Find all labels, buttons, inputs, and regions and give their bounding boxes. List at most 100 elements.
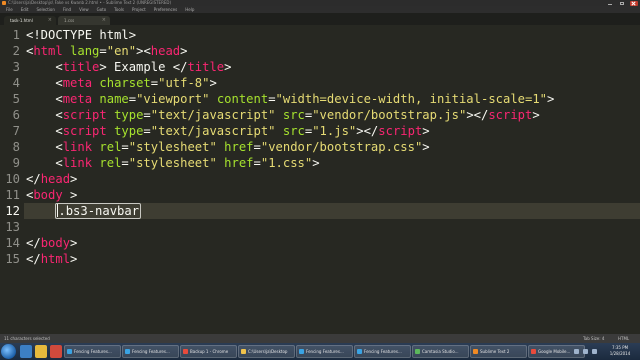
network-icon[interactable] bbox=[574, 349, 579, 354]
taskbar-item[interactable]: Sublime Text 2 bbox=[470, 345, 527, 358]
taskbar-item[interactable]: Camtasia Studio... bbox=[412, 345, 469, 358]
token-attr: type bbox=[114, 124, 144, 138]
system-tray bbox=[574, 345, 597, 358]
taskbar-item-label: C:\Users\ja\Desktop bbox=[248, 349, 288, 354]
app-icon bbox=[241, 349, 246, 354]
menu-preferences[interactable]: Preferences bbox=[154, 6, 178, 13]
code-area[interactable]: <!DOCTYPE html> <html lang="en"><head> <t… bbox=[26, 25, 640, 334]
token-tag: script bbox=[488, 108, 533, 122]
menu-edit[interactable]: Edit bbox=[21, 6, 29, 13]
explorer-pinned-icon[interactable] bbox=[35, 345, 47, 358]
abbreviation-text: .bs3-navbar bbox=[58, 204, 140, 218]
code-line[interactable]: </head> bbox=[26, 171, 77, 187]
code-line[interactable]: <meta charset="utf-8"> bbox=[26, 75, 216, 91]
token-ptext: > bbox=[224, 60, 232, 74]
token-ptext: </ bbox=[26, 252, 41, 266]
code-line[interactable]: .bs3-navbar bbox=[26, 203, 142, 219]
token-attr: href bbox=[224, 140, 254, 154]
tab-task-1-html[interactable]: task-1.html × bbox=[4, 16, 56, 25]
token-ptext: < bbox=[26, 76, 63, 90]
token-ptext: > bbox=[422, 124, 430, 138]
token-ptext: < bbox=[26, 60, 63, 74]
minimize-icon[interactable] bbox=[606, 1, 614, 6]
line-number: 15 bbox=[5, 252, 20, 266]
token-ptext: </ bbox=[26, 172, 41, 186]
flag-icon[interactable] bbox=[592, 349, 597, 354]
ie-pinned-icon[interactable] bbox=[20, 345, 32, 358]
token-attr: src bbox=[282, 124, 305, 138]
maximize-icon[interactable] bbox=[618, 1, 626, 6]
token-ptext: ></ bbox=[356, 124, 379, 138]
token-ptext: = bbox=[150, 76, 159, 90]
menu-find[interactable]: Find bbox=[63, 6, 71, 13]
line-number: 5 bbox=[12, 92, 20, 106]
taskbar-item[interactable]: Fencing Features... bbox=[354, 345, 411, 358]
token-ptext: = bbox=[143, 108, 151, 122]
line-number: 6 bbox=[12, 108, 20, 122]
media-pinned-icon[interactable] bbox=[50, 345, 62, 358]
volume-icon[interactable] bbox=[583, 349, 588, 354]
tab-close-icon[interactable]: × bbox=[48, 16, 52, 25]
code-line[interactable]: <link rel="stylesheet" href="vendor/boot… bbox=[26, 139, 429, 155]
token-attr: href bbox=[224, 156, 254, 170]
code-line[interactable]: <script type="text/javascript" src="1.js… bbox=[26, 123, 430, 139]
taskbar-item[interactable]: Fencing Features... bbox=[122, 345, 179, 358]
token-ptext: <!DOCTYPE html> bbox=[26, 28, 137, 42]
token-ptext: = bbox=[143, 124, 151, 138]
line-number: 9 bbox=[12, 156, 20, 170]
token-ptext: = bbox=[253, 140, 261, 154]
token-str: "vendor/bootstrap.js" bbox=[312, 108, 467, 122]
taskbar-item-label: Fencing Features... bbox=[306, 349, 344, 354]
line-number-gutter: 1 2 3 4 5 6 7 8 9 10 11 12 13 14 15 bbox=[0, 25, 24, 334]
start-button[interactable] bbox=[1, 344, 16, 359]
code-line[interactable]: </body> bbox=[26, 235, 77, 251]
token-str: "width=device-width, initial-scale=1" bbox=[275, 92, 548, 106]
taskbar-item-label: Sublime Text 2 bbox=[480, 349, 510, 354]
code-line[interactable]: <body > bbox=[26, 187, 77, 203]
token-ptext: > bbox=[70, 236, 78, 250]
token-ptext: > bbox=[547, 92, 555, 106]
menu-help[interactable]: Help bbox=[185, 6, 194, 13]
taskbar-item[interactable]: Fencing Features... bbox=[64, 345, 121, 358]
code-line[interactable]: <title> Example </title> bbox=[26, 59, 231, 75]
token-str: "vendor/bootstrap.css" bbox=[260, 140, 423, 154]
tab-close-icon[interactable]: × bbox=[102, 16, 106, 25]
app-icon bbox=[183, 349, 188, 354]
token-attr: charset bbox=[99, 76, 151, 90]
token-ptext: > bbox=[70, 172, 78, 186]
token-tag: script bbox=[62, 108, 107, 122]
menu-view[interactable]: View bbox=[79, 6, 89, 13]
app-icon bbox=[415, 349, 420, 354]
menu-goto[interactable]: Goto bbox=[97, 6, 107, 13]
code-line[interactable]: <!DOCTYPE html> bbox=[26, 27, 136, 43]
token-tag: head bbox=[40, 172, 71, 186]
code-line[interactable]: <html lang="en"><head> bbox=[26, 43, 188, 59]
code-line[interactable]: <link rel="stylesheet" href="1.css"> bbox=[26, 155, 319, 171]
syntax-indicator[interactable]: HTML bbox=[618, 334, 629, 343]
line-number: 10 bbox=[5, 172, 20, 186]
taskbar-clock[interactable]: 7:35 PM 1/28/2014 bbox=[608, 345, 632, 358]
code-editor[interactable]: 1 2 3 4 5 6 7 8 9 10 11 12 13 14 15 <!DOCTYPE html> <ht… bbox=[0, 25, 640, 334]
taskbar-item-label: Camtasia Studio... bbox=[422, 349, 459, 354]
token-str: "utf-8" bbox=[158, 76, 210, 90]
token-str: "text/javascript" bbox=[150, 124, 276, 138]
taskbar-item[interactable]: Backup 1 - Chrome bbox=[180, 345, 237, 358]
tab-size-indicator[interactable]: Tab Size: 4 bbox=[583, 334, 604, 343]
code-line[interactable]: <meta name="viewport" content="width=dev… bbox=[26, 91, 554, 107]
taskbar-item[interactable]: Fencing Features... bbox=[296, 345, 353, 358]
menu-project[interactable]: Project bbox=[132, 6, 146, 13]
tab-1-css[interactable]: 1.css × bbox=[58, 16, 110, 25]
code-line[interactable]: <script type="text/javascript" src="vend… bbox=[26, 107, 539, 123]
token-ptext: < bbox=[26, 140, 63, 154]
code-line[interactable]: </html> bbox=[26, 251, 77, 267]
menu-file[interactable]: File bbox=[6, 6, 13, 13]
line-number: 2 bbox=[12, 44, 20, 58]
taskbar-item-label: Google Mobile... bbox=[538, 349, 571, 354]
token-attr: rel bbox=[99, 140, 122, 154]
app-icon bbox=[67, 349, 72, 354]
menu-selection[interactable]: Selection bbox=[36, 6, 54, 13]
selected-abbreviation[interactable]: .bs3-navbar bbox=[55, 203, 142, 219]
menu-tools[interactable]: Tools bbox=[114, 6, 124, 13]
taskbar-item[interactable]: C:\Users\ja\Desktop bbox=[238, 345, 295, 358]
close-icon[interactable] bbox=[630, 0, 638, 6]
